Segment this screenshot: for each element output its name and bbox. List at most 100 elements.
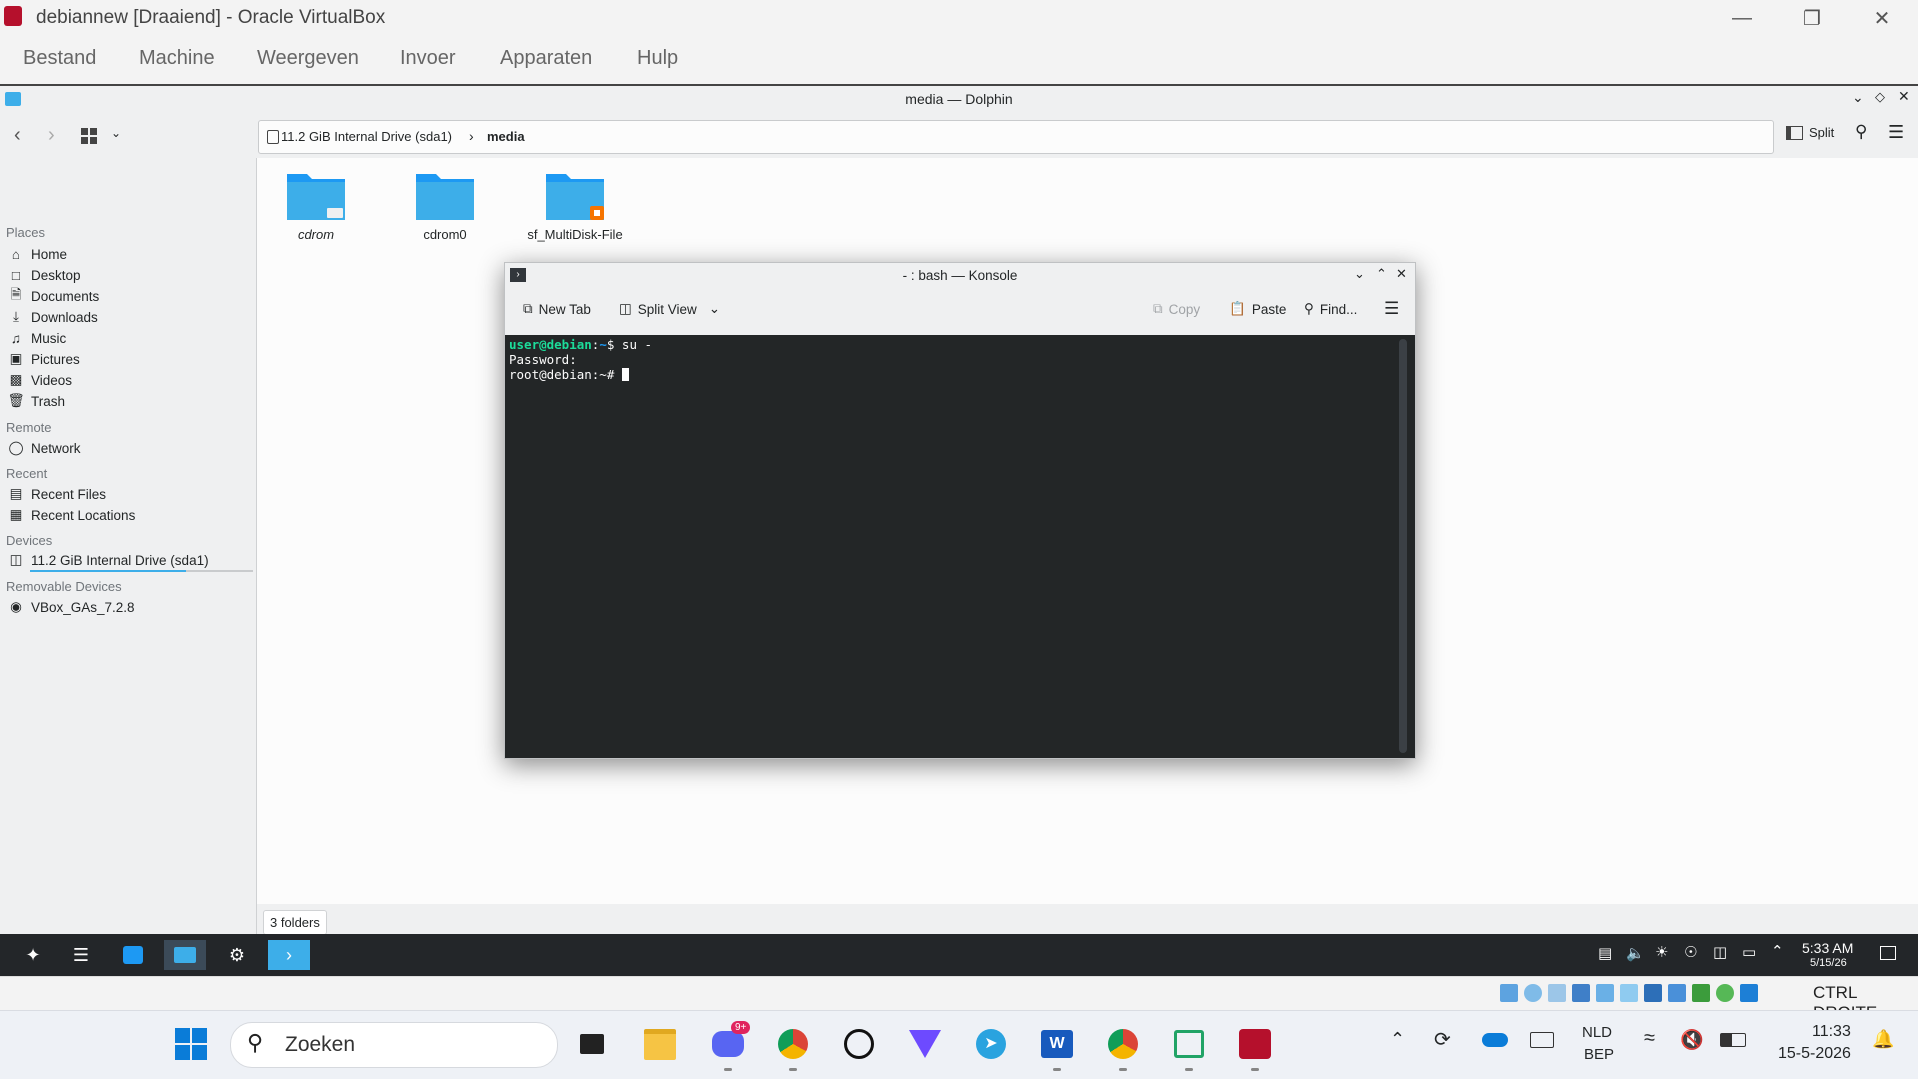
keyboard-icon[interactable] [1530, 1032, 1554, 1048]
app-launcher-icon[interactable]: ✦ [12, 940, 54, 970]
place-videos[interactable]: ▩ Videos [8, 372, 72, 388]
menu-apparaten[interactable]: Apparaten [500, 47, 592, 70]
konsole-maximize-icon[interactable]: ⌃ [1376, 266, 1387, 282]
konsole-close-icon[interactable]: ✕ [1396, 266, 1407, 282]
restore-icon[interactable]: ❐ [1786, 4, 1838, 32]
system-settings-task-icon[interactable]: ☰ [60, 940, 102, 970]
hamburger-menu-icon[interactable]: ☰ [1888, 122, 1904, 143]
windows-start-icon[interactable] [168, 1021, 214, 1067]
find-button[interactable]: ⚲ Find... [1304, 301, 1357, 317]
konsole-menu-icon[interactable]: ☰ [1384, 299, 1399, 319]
show-hidden-icons-icon[interactable]: ⌃ [1390, 1029, 1405, 1050]
speaker-muted-icon[interactable]: 🔇 [1680, 1028, 1704, 1052]
telegram-icon[interactable]: ➤ [968, 1021, 1014, 1067]
onedrive-icon[interactable] [1482, 1033, 1508, 1047]
forward-icon[interactable]: › [48, 124, 55, 147]
file-explorer-icon[interactable] [637, 1021, 683, 1067]
network-indicator-icon[interactable] [1572, 984, 1590, 1002]
breadcrumb-current[interactable]: media [487, 129, 525, 144]
folder-sf-multidisk[interactable]: sf_MultiDisk-File [519, 168, 631, 242]
dolphin-task-icon[interactable] [164, 940, 206, 970]
guest-clock-time[interactable]: 5:33 AM [1802, 940, 1853, 956]
windows-clock-date[interactable]: 15-5-2026 [1778, 1045, 1851, 1063]
menu-bestand[interactable]: Bestand [23, 47, 96, 70]
minimize-icon[interactable]: — [1716, 4, 1768, 32]
audio-indicator-icon[interactable] [1548, 984, 1566, 1002]
show-desktop-icon[interactable] [1880, 946, 1896, 960]
view-mode-icon[interactable] [81, 128, 97, 144]
task-view-icon[interactable] [569, 1021, 615, 1067]
konsole-task-icon[interactable]: › [268, 940, 310, 970]
cpu-indicator-icon[interactable] [1692, 984, 1710, 1002]
place-network[interactable]: ◯ Network [8, 440, 80, 456]
battery-tray-icon[interactable]: ▭ [1742, 943, 1756, 961]
network-tray-icon[interactable]: ☉ [1684, 943, 1697, 961]
menu-hulp[interactable]: Hulp [637, 47, 678, 70]
windows-clock-time[interactable]: 11:33 [1812, 1023, 1851, 1041]
keyboard-indicator-icon[interactable] [1740, 984, 1758, 1002]
volume-tray-icon[interactable]: 🔈 [1626, 944, 1645, 962]
chrome-profile-icon[interactable] [1100, 1021, 1146, 1071]
tray-expand-icon[interactable]: ⌃ [1771, 942, 1784, 960]
place-desktop[interactable]: □ Desktop [8, 267, 81, 283]
split-view-button[interactable]: ◫ Split View ⌄ [619, 301, 720, 317]
settings-gear-task-icon[interactable]: ⚙ [216, 940, 258, 970]
proton-vpn-icon[interactable] [902, 1021, 948, 1067]
chrome-icon[interactable] [770, 1021, 816, 1071]
hard-disk-indicator-icon[interactable] [1500, 984, 1518, 1002]
place-trash[interactable]: 🗑 Trash [7, 393, 65, 409]
menu-invoer[interactable]: Invoer [400, 47, 456, 70]
windows-search-box[interactable]: ⚲ Zoeken [230, 1022, 558, 1068]
device-vbox-gas[interactable]: ◉ VBox_GAs_7.2.8 [8, 599, 134, 615]
view-mode-chevron-icon[interactable]: ⌄ [111, 126, 121, 140]
breadcrumb[interactable]: 11.2 GiB Internal Drive (sda1) › media [258, 120, 1774, 154]
place-home[interactable]: ⌂ Home [8, 246, 67, 262]
dolphin-maximize-icon[interactable]: ◇ [1875, 89, 1885, 105]
whatsapp-icon[interactable] [836, 1021, 882, 1067]
menu-weergeven[interactable]: Weergeven [257, 47, 359, 70]
terminal-output[interactable]: user@debian:~$ su - Password: root@debia… [505, 335, 1415, 758]
wifi-icon[interactable]: ≈ [1644, 1027, 1655, 1050]
paste-button[interactable]: 📋 Paste [1229, 301, 1286, 317]
folder-cdrom0[interactable]: cdrom0 [390, 168, 500, 242]
discover-task-icon[interactable] [112, 940, 154, 970]
menu-machine[interactable]: Machine [139, 47, 215, 70]
display-indicator-icon[interactable] [1644, 984, 1662, 1002]
notification-bell-icon[interactable]: 🔔 [1872, 1029, 1894, 1050]
place-music[interactable]: ♫ Music [8, 330, 66, 346]
discord-icon[interactable]: 9+ [705, 1021, 751, 1071]
display-tray-icon[interactable]: ◫ [1713, 943, 1727, 961]
dolphin-minimize-icon[interactable]: ⌄ [1852, 89, 1864, 106]
clipboard-tray-icon[interactable]: ▤ [1598, 944, 1612, 962]
place-downloads[interactable]: ⤓ Downloads [8, 309, 98, 325]
keyboard-layout-code[interactable]: BEP [1584, 1046, 1614, 1063]
search-icon[interactable]: ⚲ [1855, 122, 1867, 142]
usb-indicator-icon[interactable] [1596, 984, 1614, 1002]
copy-button[interactable]: ⧉ Copy [1153, 301, 1200, 317]
back-icon[interactable]: ‹ [14, 124, 21, 147]
breadcrumb-drive[interactable]: 11.2 GiB Internal Drive (sda1) [281, 129, 452, 144]
sync-icon[interactable]: ⟳ [1434, 1027, 1451, 1052]
place-recent-locations[interactable]: ▦ Recent Locations [8, 507, 136, 523]
new-tab-button[interactable]: ⧉ New Tab [523, 301, 591, 317]
mouse-integration-indicator-icon[interactable] [1716, 984, 1734, 1002]
place-pictures[interactable]: ▣ Pictures [8, 351, 80, 367]
recording-indicator-icon[interactable] [1668, 984, 1686, 1002]
brightness-tray-icon[interactable]: ☀ [1655, 943, 1668, 961]
optical-drive-indicator-icon[interactable] [1524, 984, 1542, 1002]
shared-folders-indicator-icon[interactable] [1620, 984, 1638, 1002]
split-button[interactable]: Split [1786, 125, 1834, 140]
konsole-minimize-icon[interactable]: ⌄ [1354, 266, 1365, 282]
battery-icon[interactable] [1720, 1033, 1746, 1047]
visio-icon[interactable] [1166, 1021, 1212, 1071]
dolphin-close-icon[interactable]: ✕ [1898, 88, 1910, 105]
language-code[interactable]: NLD [1582, 1024, 1612, 1041]
place-recent-files[interactable]: ▤ Recent Files [8, 486, 106, 502]
virtualbox-taskbar-icon[interactable] [1232, 1021, 1278, 1071]
place-documents[interactable]: 🗎 Documents [8, 287, 100, 304]
close-icon[interactable]: ✕ [1856, 4, 1908, 32]
guest-clock-date[interactable]: 5/15/26 [1810, 957, 1847, 969]
terminal-scrollbar[interactable] [1399, 339, 1407, 753]
folder-cdrom[interactable]: cdrom [261, 168, 371, 242]
device-internal-drive[interactable]: ◫ 11.2 GiB Internal Drive (sda1) [8, 552, 209, 568]
